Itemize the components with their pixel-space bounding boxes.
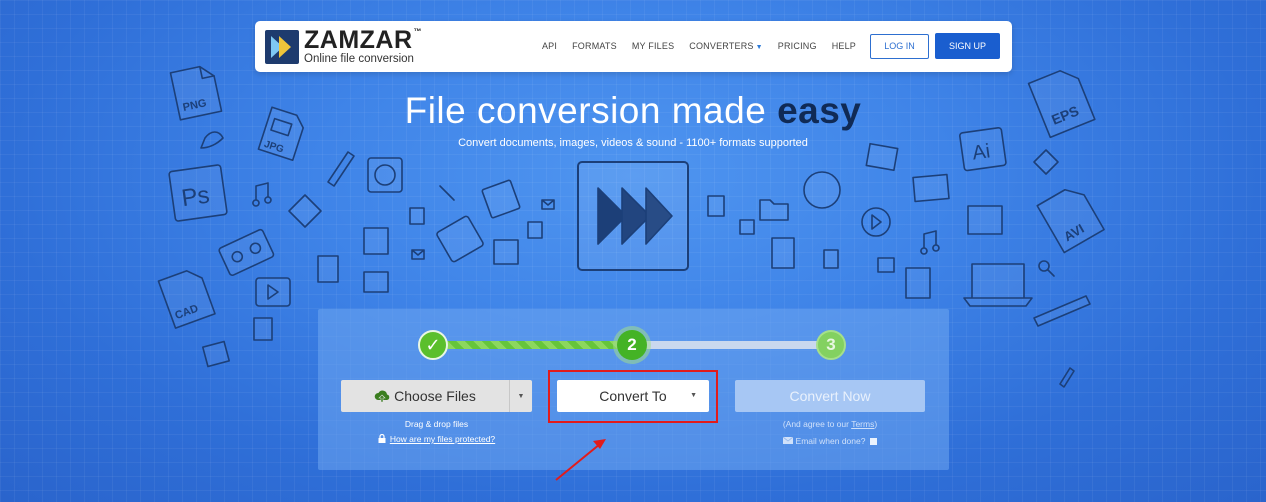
- annotation-arrow-icon: [555, 439, 606, 481]
